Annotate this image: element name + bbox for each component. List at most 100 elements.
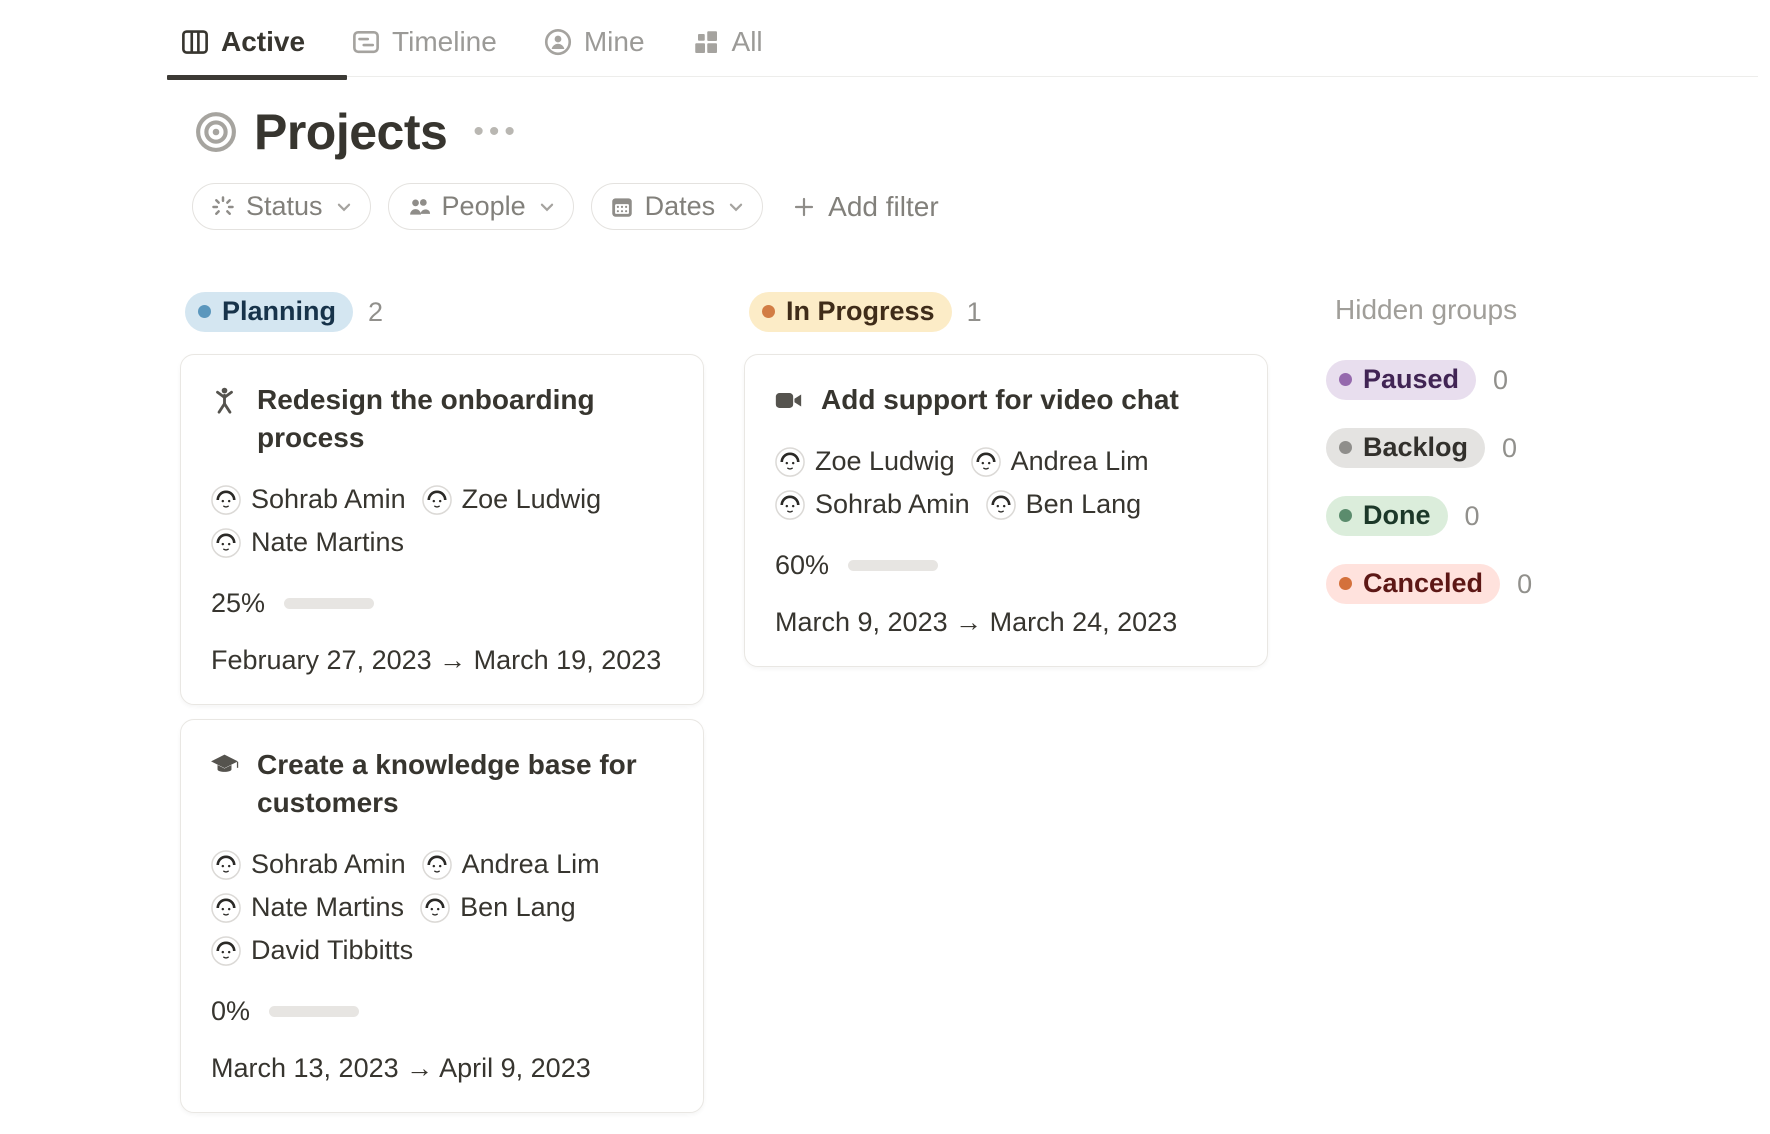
status-label: Planning <box>222 296 336 327</box>
tab-all[interactable]: All <box>691 26 763 58</box>
people-list: Sohrab Amin Andrea Lim Nate Martins Ben … <box>211 849 675 966</box>
grid-view-icon <box>691 27 721 57</box>
avatar <box>422 850 452 880</box>
column-planning: Planning 2 Redesign the onboarding proce… <box>180 292 704 1127</box>
chevron-down-icon <box>538 198 556 216</box>
hidden-group-canceled[interactable]: Canceled 0 <box>1326 564 1532 604</box>
hidden-group-paused[interactable]: Paused 0 <box>1326 360 1532 400</box>
filter-label: People <box>442 191 526 222</box>
person-chip[interactable]: Andrea Lim <box>971 446 1149 477</box>
status-dot <box>762 305 775 318</box>
column-count: 1 <box>967 297 982 328</box>
card-title-row: Add support for video chat <box>773 381 1239 419</box>
status-badge: In Progress <box>749 292 952 332</box>
tab-timeline[interactable]: Timeline <box>351 26 497 58</box>
status-dot <box>1339 509 1352 522</box>
filter-status[interactable]: Status <box>192 183 371 230</box>
filter-label: Status <box>246 191 323 222</box>
tab-label: Mine <box>584 26 645 58</box>
person-name: Andrea Lim <box>462 849 600 880</box>
status-burst-icon <box>210 194 236 220</box>
person-name: Sohrab Amin <box>815 489 970 520</box>
status-badge: Done <box>1326 496 1448 536</box>
board-view-icon <box>180 27 210 57</box>
person-chip[interactable]: Ben Lang <box>986 489 1142 520</box>
project-card-knowledge-base[interactable]: Create a knowledge base for customers So… <box>180 719 704 1113</box>
avatar <box>775 447 805 477</box>
video-camera-icon <box>773 385 804 416</box>
column-header[interactable]: Planning 2 <box>185 292 704 332</box>
progress-row: 60% <box>775 550 1239 581</box>
column-header[interactable]: In Progress 1 <box>749 292 1268 332</box>
card-title-row: Redesign the onboarding process <box>209 381 675 457</box>
person-chip[interactable]: Sohrab Amin <box>775 489 970 520</box>
person-chip[interactable]: Nate Martins <box>211 892 404 923</box>
status-badge: Canceled <box>1326 564 1500 604</box>
page-title: Projects <box>254 103 447 161</box>
avatar <box>422 485 452 515</box>
person-name: Nate Martins <box>251 527 404 558</box>
person-chip[interactable]: Sohrab Amin <box>211 484 406 515</box>
progress-label: 0% <box>211 996 250 1027</box>
person-name: Ben Lang <box>1026 489 1142 520</box>
people-icon <box>406 194 432 220</box>
status-badge: Paused <box>1326 360 1476 400</box>
avatar <box>211 528 241 558</box>
card-dates: March 13, 2023 → April 9, 2023 <box>211 1053 675 1084</box>
status-badge: Planning <box>185 292 353 332</box>
project-card-redesign-onboarding[interactable]: Redesign the onboarding process Sohrab A… <box>180 354 704 705</box>
person-name: Sohrab Amin <box>251 849 406 880</box>
person-name: Nate Martins <box>251 892 404 923</box>
card-dates: March 9, 2023 → March 24, 2023 <box>775 607 1239 638</box>
filter-label: Dates <box>645 191 716 222</box>
status-label: In Progress <box>786 296 935 327</box>
person-chip[interactable]: Andrea Lim <box>422 849 600 880</box>
person-name: Zoe Ludwig <box>815 446 955 477</box>
person-name: Sohrab Amin <box>251 484 406 515</box>
progress-bar <box>284 598 374 609</box>
avatar <box>211 485 241 515</box>
calendar-icon <box>609 194 635 220</box>
group-count: 0 <box>1502 433 1517 464</box>
graduation-cap-icon <box>209 750 240 781</box>
status-label: Backlog <box>1363 432 1468 463</box>
hidden-group-backlog[interactable]: Backlog 0 <box>1326 428 1532 468</box>
card-dates: February 27, 2023 → March 19, 2023 <box>211 645 675 676</box>
person-name: David Tibbitts <box>251 935 413 966</box>
tab-label: All <box>732 26 763 58</box>
hidden-groups-section: Hidden groups Paused 0 Backlog 0 Done <box>1326 292 1532 632</box>
tab-mine[interactable]: Mine <box>543 26 645 58</box>
target-icon <box>194 110 238 154</box>
people-list: Sohrab Amin Zoe Ludwig Nate Martins <box>211 484 675 558</box>
avatar <box>986 490 1016 520</box>
progress-row: 25% <box>211 588 675 619</box>
person-chip[interactable]: Zoe Ludwig <box>422 484 602 515</box>
group-count: 0 <box>1493 365 1508 396</box>
hidden-group-done[interactable]: Done 0 <box>1326 496 1532 536</box>
project-card-video-chat[interactable]: Add support for video chat Zoe Ludwig An… <box>744 354 1268 667</box>
avatar <box>775 490 805 520</box>
add-filter-button[interactable]: Add filter <box>792 191 939 223</box>
person-name: Zoe Ludwig <box>462 484 602 515</box>
filter-dates[interactable]: Dates <box>591 183 764 230</box>
status-badge: Backlog <box>1326 428 1485 468</box>
progress-bar <box>269 1006 359 1017</box>
person-chip[interactable]: Sohrab Amin <box>211 849 406 880</box>
avatar <box>211 893 241 923</box>
person-arms-raised-icon <box>209 385 240 416</box>
tab-active[interactable]: Active <box>180 26 305 58</box>
status-dot <box>198 305 211 318</box>
card-title: Redesign the onboarding process <box>257 381 675 457</box>
group-count: 0 <box>1517 569 1532 600</box>
kanban-board: Planning 2 Redesign the onboarding proce… <box>180 292 1770 1127</box>
person-chip[interactable]: Zoe Ludwig <box>775 446 955 477</box>
group-count: 0 <box>1465 501 1480 532</box>
status-dot <box>1339 577 1352 590</box>
person-chip[interactable]: Nate Martins <box>211 527 404 558</box>
filter-people[interactable]: People <box>388 183 574 230</box>
person-chip[interactable]: Ben Lang <box>420 892 576 923</box>
more-menu-button[interactable]: ••• <box>473 115 520 149</box>
title-row: Projects ••• <box>194 103 1770 161</box>
page: Active Timeline Mine All <box>0 0 1770 1127</box>
person-chip[interactable]: David Tibbitts <box>211 935 413 966</box>
